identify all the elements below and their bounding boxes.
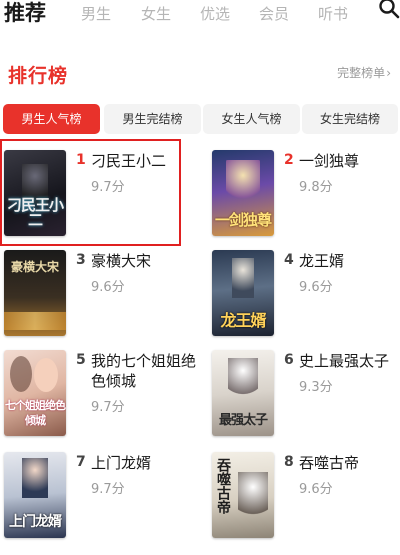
tab-male-completed[interactable]: 男生完结榜 xyxy=(104,104,201,134)
book-score: 9.6分 xyxy=(299,280,333,295)
book-score: 9.6分 xyxy=(299,482,333,497)
book-cover: 龙王婿 xyxy=(212,250,274,336)
rank-number: 5 xyxy=(76,352,86,368)
book-title: 上门龙婿 xyxy=(91,454,152,472)
rank-number: 6 xyxy=(284,352,294,368)
book-item-4[interactable]: 龙王婿 4 龙王婿 9.6分 xyxy=(212,250,400,340)
full-ranking-link[interactable]: 完整榜单› xyxy=(337,64,391,81)
book-score: 9.3分 xyxy=(299,380,333,395)
book-item-8[interactable]: 吞噬古帝 8 吞噬古帝 9.6分 xyxy=(212,452,400,542)
book-score: 9.7分 xyxy=(91,482,125,497)
book-score: 9.7分 xyxy=(91,180,125,195)
book-title: 我的七个姐姐绝色倾城 xyxy=(91,352,197,390)
book-score: 9.8分 xyxy=(299,180,333,195)
rank-number: 1 xyxy=(76,152,86,168)
book-item-3[interactable]: 豪横大宋 3 豪横大宋 9.6分 xyxy=(4,250,196,340)
book-cover: 七个姐姐绝色倾城 xyxy=(4,350,66,436)
tab-featured[interactable]: 优选 xyxy=(200,3,230,24)
book-cover: 最强太子 xyxy=(212,350,274,436)
search-icon[interactable] xyxy=(378,0,400,19)
rank-number: 8 xyxy=(284,454,294,470)
book-title: 豪横大宋 xyxy=(91,252,152,270)
tab-female-completed[interactable]: 女生完结榜 xyxy=(302,104,398,134)
book-title: 龙王婿 xyxy=(299,252,345,270)
tab-female[interactable]: 女生 xyxy=(141,3,171,24)
tab-recommend[interactable]: 推荐 xyxy=(4,0,46,27)
ranking-title: 排行榜 xyxy=(8,65,69,87)
full-ranking-label: 完整榜单 xyxy=(337,66,386,80)
book-title: 史上最强太子 xyxy=(299,352,390,370)
tab-male[interactable]: 男生 xyxy=(81,3,111,24)
book-cover: 刁民王小二 xyxy=(4,150,66,236)
book-title: 刁民王小二 xyxy=(91,152,167,170)
rank-number: 7 xyxy=(76,454,86,470)
tab-male-popular[interactable]: 男生人气榜 xyxy=(3,104,100,134)
tab-vip[interactable]: 会员 xyxy=(259,3,289,24)
chevron-right-icon: › xyxy=(386,66,391,80)
book-score: 9.7分 xyxy=(91,400,125,415)
top-nav: 推荐 男生 女生 优选 会员 听书 xyxy=(0,0,400,30)
book-cover: 一剑独尊 xyxy=(212,150,274,236)
tab-female-popular[interactable]: 女生人气榜 xyxy=(203,104,300,134)
book-item-1[interactable]: 刁民王小二 1 刁民王小二 9.7分 xyxy=(4,150,196,240)
rank-number: 4 xyxy=(284,252,294,268)
book-title: 一剑独尊 xyxy=(299,152,360,170)
rank-number: 2 xyxy=(284,152,294,168)
book-item-5[interactable]: 七个姐姐绝色倾城 5 我的七个姐姐绝色倾城 9.7分 xyxy=(4,350,196,440)
tab-audiobook[interactable]: 听书 xyxy=(318,3,348,24)
rank-number: 3 xyxy=(76,252,86,268)
book-title: 吞噬古帝 xyxy=(299,454,360,472)
book-item-7[interactable]: 上门龙婿 7 上门龙婿 9.7分 xyxy=(4,452,196,542)
book-cover: 吞噬古帝 xyxy=(212,452,274,538)
book-cover: 上门龙婿 xyxy=(4,452,66,538)
book-cover: 豪横大宋 xyxy=(4,250,66,336)
book-score: 9.6分 xyxy=(91,280,125,295)
book-item-2[interactable]: 一剑独尊 2 一剑独尊 9.8分 xyxy=(212,150,400,240)
book-item-6[interactable]: 最强太子 6 史上最强太子 9.3分 xyxy=(212,350,400,440)
